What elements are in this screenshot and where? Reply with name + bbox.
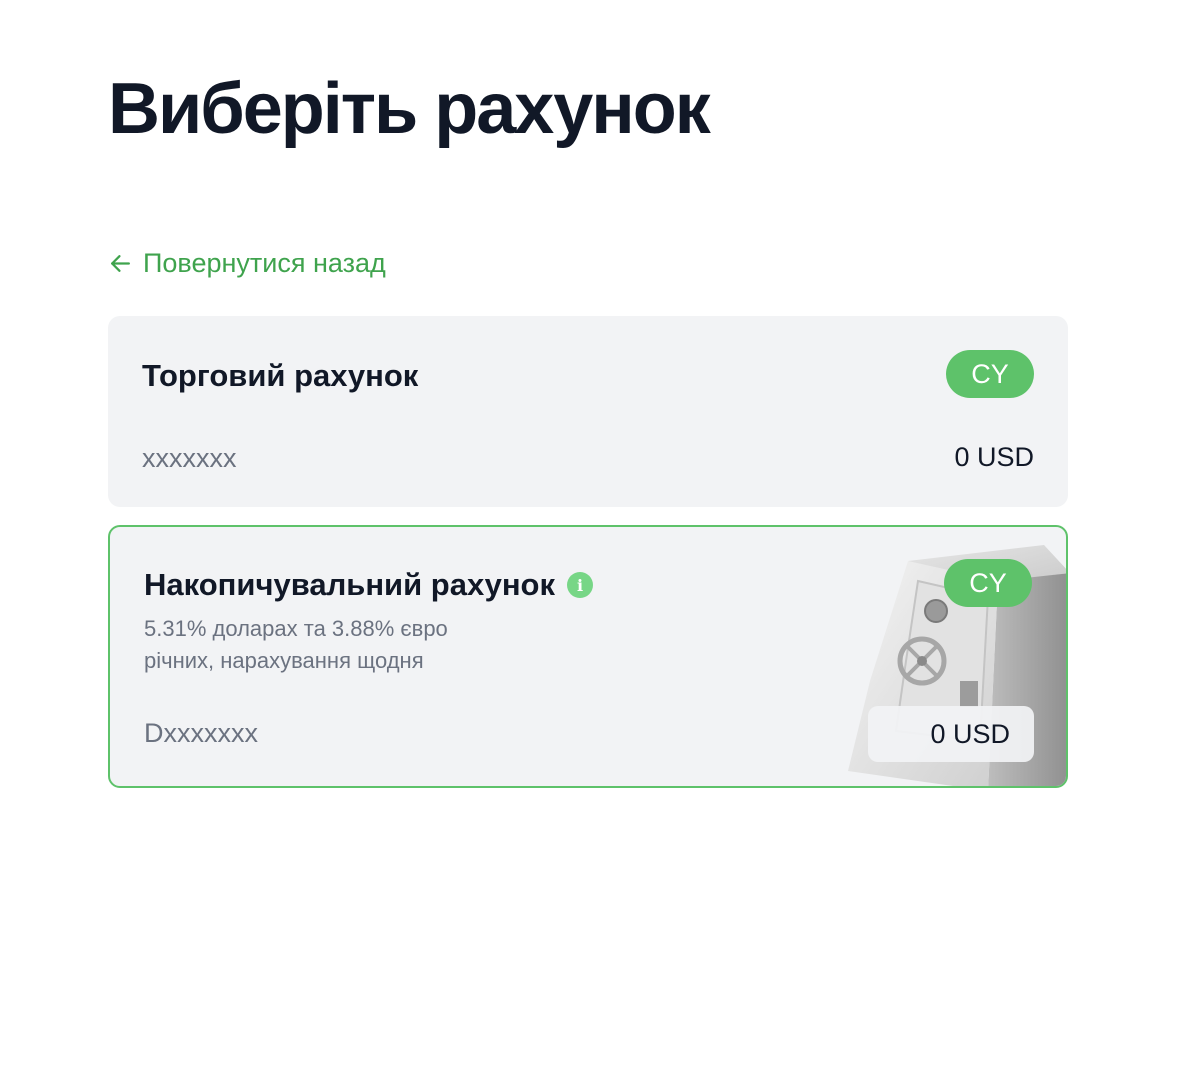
region-badge: CY bbox=[944, 559, 1032, 607]
account-number: xxxxxxx bbox=[142, 443, 237, 473]
description-line: річних, нарахування щодня bbox=[144, 648, 424, 673]
account-title: Накопичувальний рахунок bbox=[144, 567, 555, 602]
description-line: 5.31% доларах та 3.88% євро bbox=[144, 616, 448, 641]
trading-account-card[interactable]: Торговий рахунок CY xxxxxxx 0 USD bbox=[108, 316, 1068, 507]
account-balance: 0 USD bbox=[954, 442, 1034, 472]
account-description: 5.31% доларах та 3.88% євро річних, нара… bbox=[144, 613, 604, 677]
back-link-label: Повернутися назад bbox=[143, 248, 386, 278]
account-number: Dxxxxxxx bbox=[144, 718, 258, 748]
region-badge: CY bbox=[946, 350, 1034, 398]
back-link[interactable]: Повернутися назад bbox=[108, 248, 386, 279]
page-title: Виберіть рахунок bbox=[108, 69, 711, 149]
savings-account-card[interactable]: Накопичувальний рахунок i CY 5.31% долар… bbox=[108, 525, 1068, 788]
account-balance: 0 USD bbox=[868, 706, 1034, 762]
account-selection-page: Виберіть рахунок Повернутися назад Торго… bbox=[0, 0, 1194, 1080]
account-title: Торговий рахунок bbox=[142, 358, 419, 393]
account-title-row: Накопичувальний рахунок i bbox=[144, 567, 593, 603]
info-icon[interactable]: i bbox=[567, 572, 593, 598]
arrow-left-icon bbox=[108, 251, 133, 276]
